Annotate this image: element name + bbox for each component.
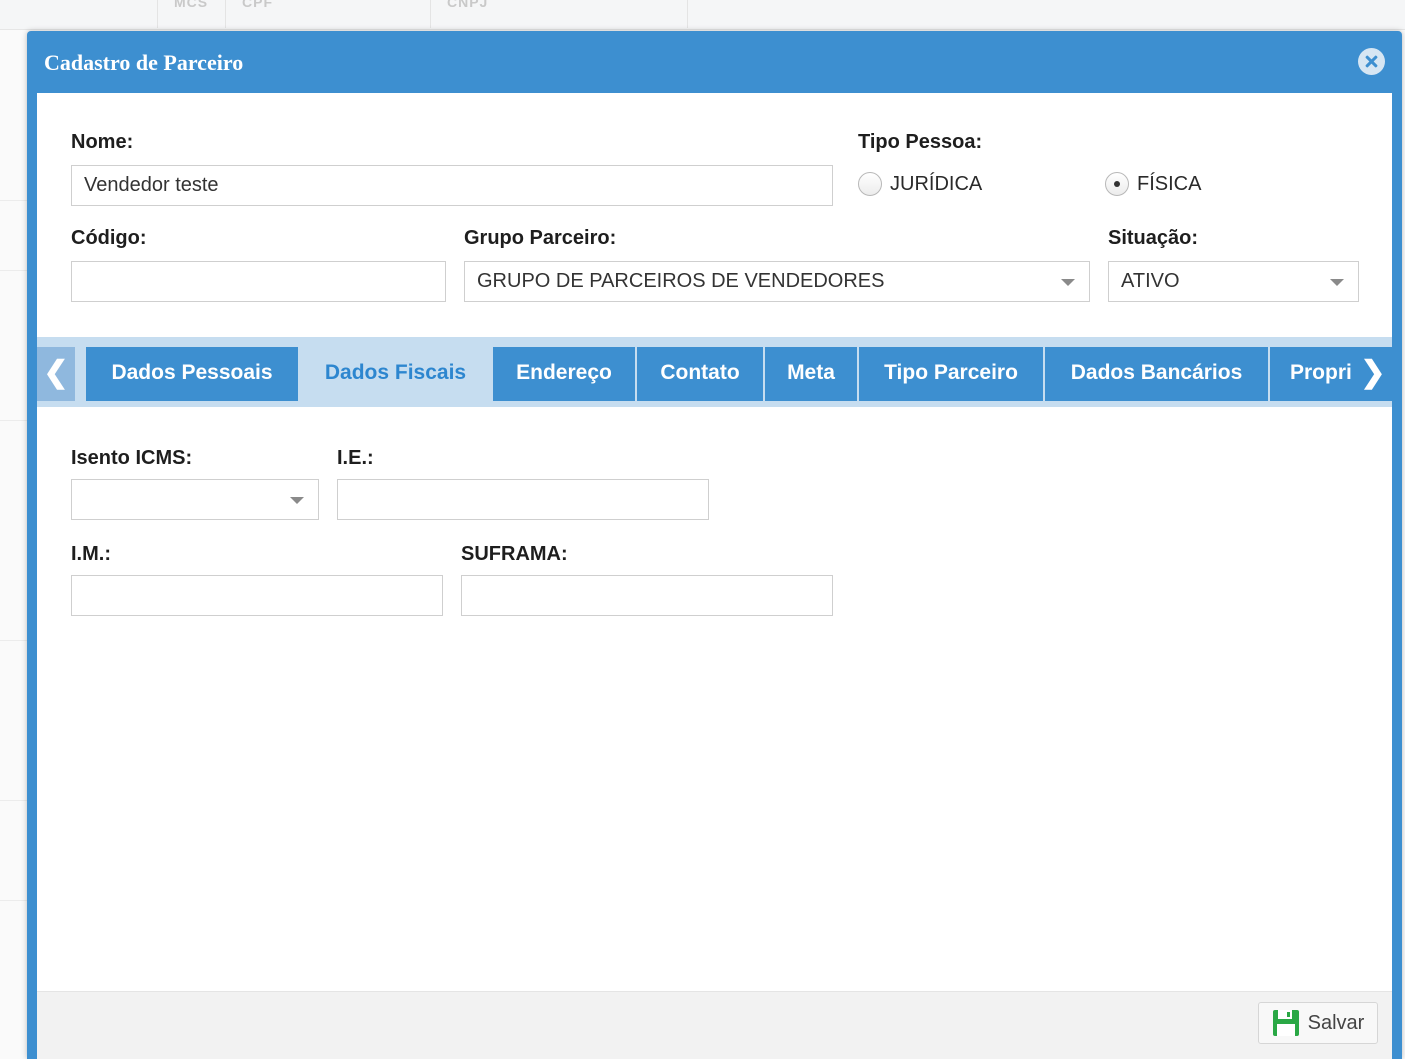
situacao-select[interactable]: ATIVO: [1108, 261, 1359, 302]
ie-input[interactable]: [337, 479, 709, 520]
tab-endereco[interactable]: Endereço: [493, 347, 635, 401]
suframa-input[interactable]: [461, 575, 833, 616]
background-col-label: CNPJ: [447, 0, 489, 10]
modal-title: Cadastro de Parceiro: [44, 50, 244, 75]
close-icon[interactable]: [1358, 48, 1385, 75]
suframa-label: SUFRAMA:: [461, 543, 568, 565]
tab-tipo-parceiro[interactable]: Tipo Parceiro: [859, 347, 1043, 401]
tabs-bar: ❮ Dados Pessoais Dados Fiscais Endereço …: [37, 337, 1392, 407]
ie-label: I.E.:: [337, 447, 374, 469]
grupo-parceiro-label: Grupo Parceiro:: [464, 227, 617, 249]
background-col-label: MCS: [174, 0, 209, 10]
save-button[interactable]: Salvar: [1258, 1002, 1378, 1044]
situacao-value: ATIVO: [1121, 270, 1180, 292]
im-input[interactable]: [71, 575, 443, 616]
background-col-label: CPF: [242, 0, 273, 10]
grupo-parceiro-value: GRUPO DE PARCEIROS DE VENDEDORES: [477, 270, 885, 292]
codigo-label: Código:: [71, 227, 147, 249]
nome-input[interactable]: Vendedor teste: [71, 165, 833, 206]
tipo-pessoa-label: Tipo Pessoa:: [858, 131, 983, 153]
radio-fisica-button[interactable]: [1105, 172, 1129, 196]
nome-label: Nome:: [71, 131, 134, 153]
tab-dados-pessoais[interactable]: Dados Pessoais: [86, 347, 298, 401]
background-row-line: [0, 270, 28, 271]
tab-meta[interactable]: Meta: [765, 347, 857, 401]
tab-prev-arrow[interactable]: ❮: [37, 347, 75, 401]
im-label: I.M.:: [71, 543, 111, 565]
save-label: Salvar: [1307, 1011, 1365, 1034]
radio-juridica-label: JURÍDICA: [890, 172, 983, 195]
radio-juridica-button[interactable]: [858, 172, 882, 196]
background-row-line: [0, 420, 28, 421]
tab-contato[interactable]: Contato: [637, 347, 763, 401]
radio-juridica[interactable]: JURÍDICA: [858, 172, 982, 196]
background-row-line: [0, 640, 28, 641]
chevron-down-icon: [290, 497, 304, 504]
codigo-input[interactable]: [71, 261, 446, 302]
background-row-line: [0, 200, 28, 201]
background-col-mcs: MCS: [157, 0, 225, 28]
tab-dados-bancarios[interactable]: Dados Bancários: [1045, 347, 1268, 401]
background-row-line: [0, 900, 28, 901]
partner-registration-modal: Cadastro de Parceiro Nome: Vendedor test…: [27, 31, 1402, 1059]
tab-proprietario[interactable]: Propri: [1270, 347, 1354, 401]
modal-header: Cadastro de Parceiro: [27, 31, 1402, 93]
isento-icms-label: Isento ICMS:: [71, 447, 193, 469]
chevron-down-icon: [1061, 279, 1075, 286]
modal-footer: Salvar: [37, 991, 1392, 1059]
radio-fisica[interactable]: FÍSICA: [1105, 172, 1201, 196]
radio-fisica-label: FÍSICA: [1137, 172, 1202, 195]
grupo-parceiro-select[interactable]: GRUPO DE PARCEIROS DE VENDEDORES: [464, 261, 1090, 302]
tab-dados-fiscais[interactable]: Dados Fiscais: [300, 347, 491, 401]
background-row-line: [0, 800, 28, 801]
chevron-down-icon: [1330, 279, 1344, 286]
background-col-cpf: CPF: [225, 0, 430, 28]
tab-next-arrow[interactable]: ❯: [1354, 347, 1392, 401]
situacao-label: Situação:: [1108, 227, 1199, 249]
modal-body: Nome: Vendedor teste Tipo Pessoa: JURÍDI…: [37, 93, 1392, 991]
floppy-disk-icon: [1272, 1010, 1299, 1036]
background-col-cnpj: CNPJ: [430, 0, 688, 28]
isento-icms-select[interactable]: [71, 479, 319, 520]
